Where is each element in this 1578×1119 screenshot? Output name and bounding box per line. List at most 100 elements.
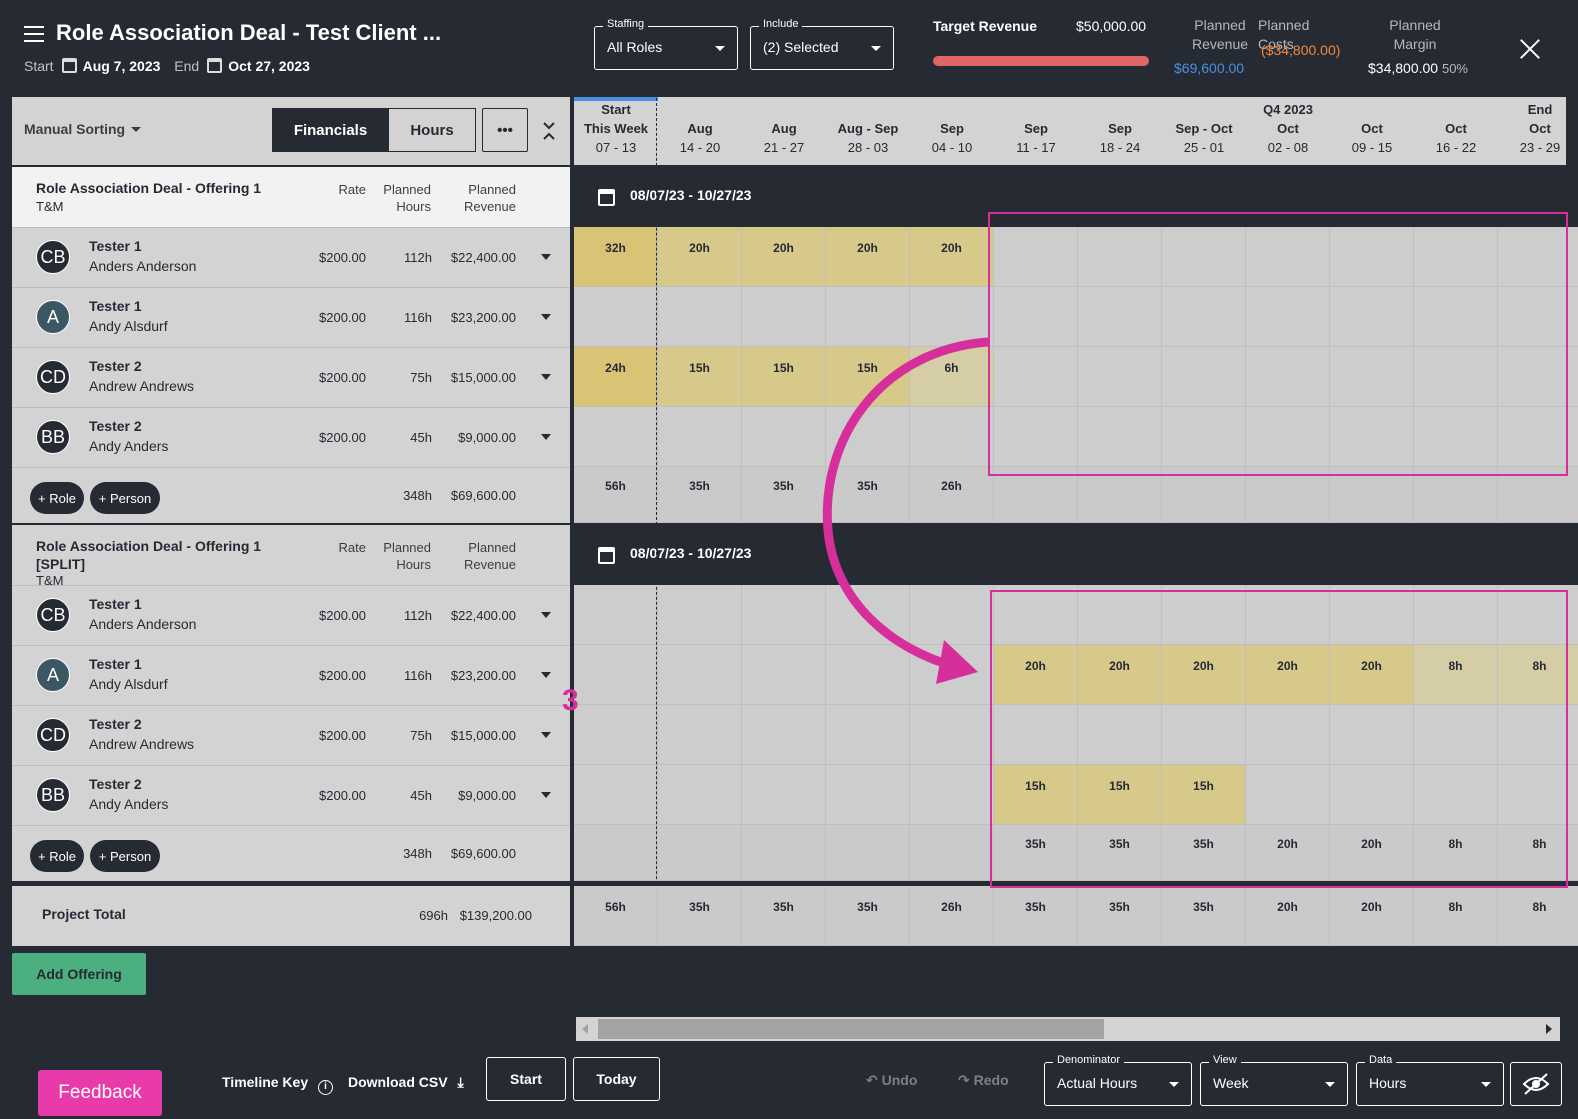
- feedback-button[interactable]: Feedback: [38, 1070, 162, 1116]
- scrollbar-thumb[interactable]: [598, 1019, 1104, 1039]
- allocation-cell[interactable]: [658, 765, 742, 825]
- person-name[interactable]: Anders Anderson: [89, 258, 196, 274]
- start-button[interactable]: Start: [486, 1057, 566, 1101]
- allocation-cell[interactable]: [742, 407, 826, 467]
- allocation-cell[interactable]: [658, 705, 742, 765]
- avatar[interactable]: CD: [36, 360, 70, 394]
- allocation-cell[interactable]: [574, 765, 658, 825]
- table-row[interactable]: CD Tester 2 Andrew Andrews $200.00 75h $15,00…: [12, 705, 570, 765]
- table-row[interactable]: A Tester 1 Andy Alsdurf $200.00 116h $23,200.…: [12, 287, 570, 347]
- week-top-label: [742, 100, 826, 119]
- person-name[interactable]: Andy Alsdurf: [89, 676, 168, 692]
- table-row[interactable]: CB Tester 1 Anders Anderson $200.00 112h $22,…: [12, 585, 570, 645]
- row-expand-chevron-icon[interactable]: [541, 612, 551, 618]
- allocation-cell[interactable]: [826, 765, 910, 825]
- allocation-cell[interactable]: [658, 287, 742, 347]
- allocation-cell[interactable]: [574, 705, 658, 765]
- allocation-cell[interactable]: [742, 765, 826, 825]
- allocation-cell[interactable]: 20h: [826, 227, 910, 287]
- end-date[interactable]: Oct 27, 2023: [228, 58, 310, 74]
- allocation-cell[interactable]: [574, 287, 658, 347]
- allocation-cell[interactable]: 15h: [742, 347, 826, 407]
- add-offering-button[interactable]: Add Offering: [12, 953, 146, 995]
- row-expand-chevron-icon[interactable]: [541, 732, 551, 738]
- calendar-icon[interactable]: [61, 58, 77, 73]
- start-date[interactable]: Aug 7, 2023: [83, 58, 161, 74]
- avatar[interactable]: BB: [36, 778, 70, 812]
- avatar[interactable]: CD: [36, 718, 70, 752]
- hours-value: 75h: [410, 370, 432, 385]
- add-role-button[interactable]: + Role: [30, 840, 84, 872]
- avatar[interactable]: CB: [36, 240, 70, 274]
- allocation-cell[interactable]: 32h: [574, 227, 658, 287]
- row-expand-chevron-icon[interactable]: [541, 672, 551, 678]
- avatar[interactable]: A: [36, 300, 70, 334]
- row-expand-chevron-icon[interactable]: [541, 254, 551, 260]
- person-name[interactable]: Andy Anders: [89, 438, 168, 454]
- data-value: Hours: [1369, 1075, 1407, 1091]
- allocation-cell[interactable]: 20h: [658, 227, 742, 287]
- collapse-icon[interactable]: [543, 121, 555, 141]
- table-row[interactable]: BB Tester 2 Andy Anders $200.00 45h $9,000.00: [12, 407, 570, 467]
- allocation-cell[interactable]: [742, 645, 826, 705]
- table-row[interactable]: CB Tester 1 Anders Anderson $200.00 112h $22,…: [12, 227, 570, 287]
- add-role-button[interactable]: + Role: [30, 482, 84, 514]
- allocation-cell[interactable]: [574, 407, 658, 467]
- more-options-button[interactable]: •••: [482, 108, 528, 152]
- avatar[interactable]: BB: [36, 420, 70, 454]
- undo-button[interactable]: ↶ Undo: [866, 1072, 917, 1089]
- calendar-icon[interactable]: [207, 58, 223, 73]
- target-revenue-label: Target Revenue: [933, 18, 1037, 34]
- allocation-cell[interactable]: [574, 585, 658, 645]
- person-name[interactable]: Anders Anderson: [89, 616, 196, 632]
- allocation-cell[interactable]: [910, 705, 994, 765]
- allocation-cell[interactable]: 24h: [574, 347, 658, 407]
- hours-toggle[interactable]: Hours: [388, 108, 476, 152]
- person-name[interactable]: Andy Anders: [89, 796, 168, 812]
- allocation-cell[interactable]: [574, 645, 658, 705]
- data-select[interactable]: Data Hours: [1356, 1054, 1504, 1106]
- download-csv-link[interactable]: Download CSV ⤓: [348, 1074, 464, 1091]
- row-expand-chevron-icon[interactable]: [541, 434, 551, 440]
- sorting-select[interactable]: Manual Sorting: [24, 121, 142, 137]
- denominator-select[interactable]: Denominator Actual Hours: [1044, 1054, 1192, 1106]
- person-name[interactable]: Andrew Andrews: [89, 378, 194, 394]
- financials-toggle[interactable]: Financials: [272, 108, 389, 152]
- person-name[interactable]: Andrew Andrews: [89, 736, 194, 752]
- project-total-cell: 20h: [1246, 886, 1330, 946]
- row-expand-chevron-icon[interactable]: [541, 374, 551, 380]
- allocation-cell[interactable]: [658, 645, 742, 705]
- add-person-button[interactable]: + Person: [90, 840, 160, 872]
- row-expand-chevron-icon[interactable]: [541, 314, 551, 320]
- allocation-cell[interactable]: [742, 705, 826, 765]
- allocation-cell[interactable]: 15h: [658, 347, 742, 407]
- add-person-button[interactable]: + Person: [90, 482, 160, 514]
- scroll-right-icon[interactable]: [1546, 1024, 1552, 1034]
- allocation-cell[interactable]: 20h: [910, 227, 994, 287]
- row-expand-chevron-icon[interactable]: [541, 792, 551, 798]
- hamburger-menu-icon[interactable]: [24, 26, 44, 42]
- hide-toggle-button[interactable]: [1510, 1062, 1562, 1106]
- allocation-cell[interactable]: [742, 287, 826, 347]
- allocation-cell[interactable]: [910, 765, 994, 825]
- include-select[interactable]: Include (2) Selected: [750, 18, 894, 70]
- allocation-cell[interactable]: 20h: [742, 227, 826, 287]
- scroll-left-icon[interactable]: [582, 1024, 588, 1034]
- table-row[interactable]: CD Tester 2 Andrew Andrews $200.00 75h $15,00…: [12, 347, 570, 407]
- avatar[interactable]: A: [36, 658, 70, 692]
- horizontal-scrollbar[interactable]: [576, 1017, 1560, 1041]
- staffing-select[interactable]: Staffing All Roles: [594, 18, 738, 70]
- allocation-cell[interactable]: [826, 705, 910, 765]
- allocation-cell[interactable]: [658, 585, 742, 645]
- person-name[interactable]: Andy Alsdurf: [89, 318, 168, 334]
- allocation-cell[interactable]: [658, 407, 742, 467]
- view-select[interactable]: View Week: [1200, 1054, 1348, 1106]
- table-row[interactable]: BB Tester 2 Andy Anders $200.00 45h $9,000.00: [12, 765, 570, 825]
- redo-button[interactable]: ↷ Redo: [958, 1072, 1009, 1089]
- table-row[interactable]: A Tester 1 Andy Alsdurf $200.00 116h $23,200.…: [12, 645, 570, 705]
- timeline-key-link[interactable]: Timeline Key i: [222, 1074, 334, 1095]
- today-button[interactable]: Today: [573, 1057, 660, 1101]
- close-icon[interactable]: [1519, 38, 1541, 60]
- allocation-cell[interactable]: [742, 585, 826, 645]
- avatar[interactable]: CB: [36, 598, 70, 632]
